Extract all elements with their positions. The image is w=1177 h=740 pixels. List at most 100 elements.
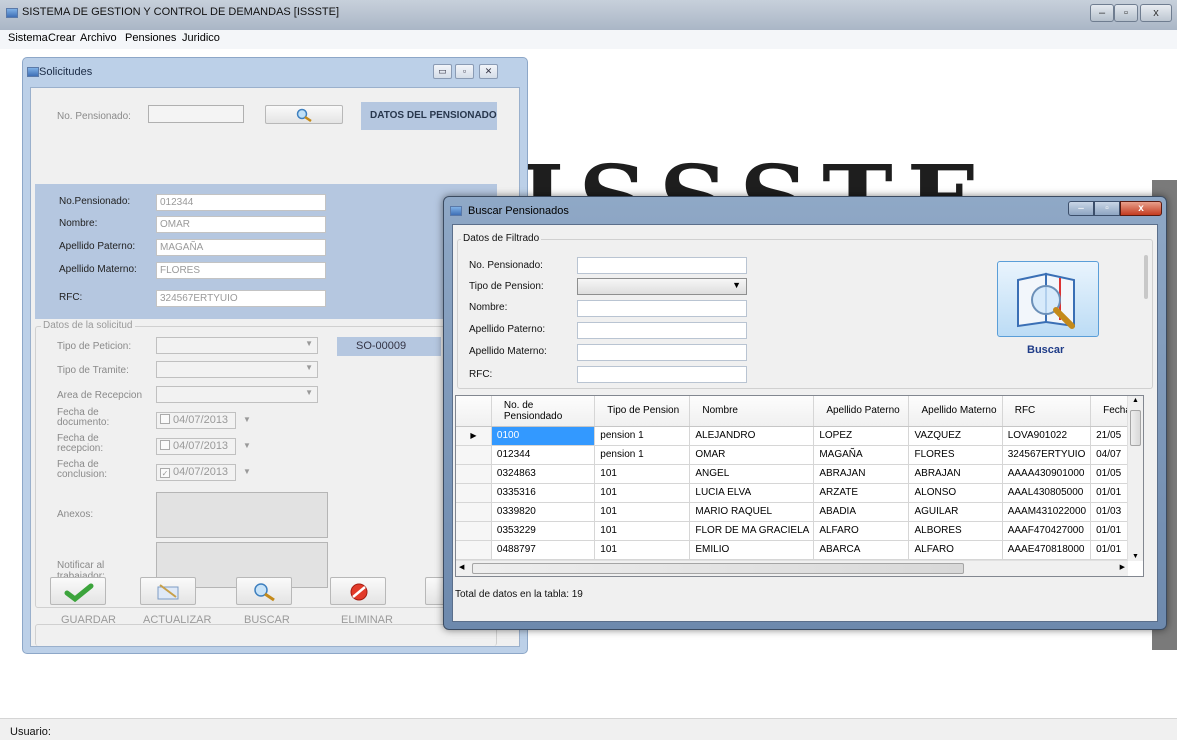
table-cell[interactable]: FLOR DE MA GRACIELA bbox=[689, 521, 815, 541]
checkbox[interactable] bbox=[160, 414, 170, 424]
tipo-pension-select[interactable]: ▼ bbox=[577, 278, 747, 295]
buscar-search-button[interactable] bbox=[997, 261, 1099, 337]
table-cell[interactable]: LOVA901022 bbox=[1002, 426, 1092, 446]
table-cell[interactable]: ABRAJAN bbox=[908, 464, 1003, 484]
table-cell[interactable]: VAZQUEZ bbox=[908, 426, 1003, 446]
table-cell[interactable]: 101 bbox=[594, 464, 691, 484]
table-cell[interactable]: AGUILAR bbox=[908, 502, 1003, 522]
table-cell[interactable]: ABADIA bbox=[813, 502, 910, 522]
table-cell[interactable]: AAAM431022000 bbox=[1002, 502, 1092, 522]
table-cell[interactable]: 324567ERTYUIO bbox=[1002, 445, 1092, 465]
buscar-button[interactable] bbox=[236, 577, 292, 605]
table-cell[interactable]: ANGEL bbox=[689, 464, 815, 484]
column-header[interactable]: Apellido Paterno bbox=[813, 396, 910, 427]
apellido-materno-input[interactable] bbox=[577, 344, 747, 361]
tipo-peticion-select[interactable]: ▼ bbox=[156, 337, 318, 354]
area-recepcion-select[interactable]: ▼ bbox=[156, 386, 318, 403]
column-header[interactable]: No. de Pensiondado bbox=[491, 396, 596, 427]
column-header[interactable]: Nombre bbox=[689, 396, 815, 427]
minimize-button[interactable]: – bbox=[1068, 201, 1094, 216]
table-cell[interactable]: 0335316 bbox=[491, 483, 596, 503]
table-row[interactable]: 012344 pension 1 OMAR MAGAÑA FLORES 3245… bbox=[456, 445, 1143, 465]
nombre-input[interactable] bbox=[577, 300, 747, 317]
apellido-materno-value[interactable]: FLORES bbox=[156, 262, 326, 279]
maximize-button[interactable]: ▫ bbox=[1114, 4, 1138, 22]
table-cell[interactable]: ALEJANDRO bbox=[689, 426, 815, 446]
table-cell[interactable]: FLORES bbox=[908, 445, 1003, 465]
no-pensionado-input[interactable] bbox=[577, 257, 747, 274]
table-cell[interactable]: 0353229 bbox=[491, 521, 596, 541]
table-cell[interactable]: OMAR bbox=[689, 445, 815, 465]
table-cell[interactable]: AAAL430805000 bbox=[1002, 483, 1092, 503]
table-cell[interactable]: 101 bbox=[594, 483, 691, 503]
column-header[interactable]: Apellido Materno bbox=[908, 396, 1003, 427]
search-pensionado-button[interactable] bbox=[265, 105, 343, 124]
menu-pensiones[interactable]: Pensiones bbox=[125, 32, 176, 44]
close-button[interactable]: x bbox=[1140, 4, 1172, 22]
table-row[interactable]: ▶ 0100 pension 1 ALEJANDRO LOPEZ VAZQUEZ… bbox=[456, 426, 1143, 446]
restore-button[interactable]: ▫ bbox=[455, 64, 474, 79]
table-cell[interactable]: 101 bbox=[594, 540, 691, 560]
table-cell[interactable]: LOPEZ bbox=[813, 426, 910, 446]
pensionados-grid[interactable]: No. de Pensiondado Tipo de Pension Nombr… bbox=[455, 395, 1144, 577]
minimize-button[interactable]: ▭ bbox=[433, 64, 452, 79]
table-cell[interactable]: ARZATE bbox=[813, 483, 910, 503]
menu-crear[interactable]: Crear bbox=[48, 32, 76, 44]
table-cell[interactable]: 0488797 bbox=[491, 540, 596, 560]
fecha-documento-picker[interactable]: 04/07/2013 ▼ bbox=[156, 412, 251, 429]
table-row[interactable]: 0335316 101 LUCIA ELVA ARZATE ALONSO AAA… bbox=[456, 483, 1143, 503]
column-header[interactable]: Tipo de Pension bbox=[594, 396, 691, 427]
table-cell[interactable]: 0100 bbox=[491, 426, 596, 446]
table-cell[interactable]: ALFARO bbox=[813, 521, 910, 541]
eliminar-button[interactable] bbox=[330, 577, 386, 605]
guardar-button[interactable] bbox=[50, 577, 106, 605]
actualizar-button[interactable] bbox=[140, 577, 196, 605]
checkbox[interactable] bbox=[160, 440, 170, 450]
rfc-value[interactable]: 324567ERTYUIO bbox=[156, 290, 326, 307]
table-cell[interactable]: 0324863 bbox=[491, 464, 596, 484]
table-row[interactable]: 0324863 101 ANGEL ABRAJAN ABRAJAN AAAA43… bbox=[456, 464, 1143, 484]
vertical-scroll-thumb[interactable] bbox=[1130, 410, 1141, 446]
menu-sistema[interactable]: Sistema bbox=[8, 32, 48, 44]
table-cell[interactable]: pension 1 bbox=[594, 445, 691, 465]
column-header[interactable]: RFC bbox=[1002, 396, 1092, 427]
table-row[interactable]: 0339820 101 MARIO RAQUEL ABADIA AGUILAR … bbox=[456, 502, 1143, 522]
horizontal-scroll-thumb[interactable] bbox=[472, 563, 964, 574]
vertical-scrollbar[interactable]: ▲ ▼ bbox=[1127, 396, 1143, 561]
rfc-input[interactable] bbox=[577, 366, 747, 383]
table-cell[interactable]: AAAE470818000 bbox=[1002, 540, 1092, 560]
table-cell[interactable]: MAGAÑA bbox=[813, 445, 910, 465]
table-cell[interactable]: ABRAJAN bbox=[813, 464, 910, 484]
table-cell[interactable]: AAAA430901000 bbox=[1002, 464, 1092, 484]
horizontal-scrollbar[interactable]: ◀ ▶ bbox=[456, 560, 1128, 576]
menu-juridico[interactable]: Juridico bbox=[182, 32, 220, 44]
table-cell[interactable]: AAAF470427000 bbox=[1002, 521, 1092, 541]
table-cell[interactable]: EMILIO bbox=[689, 540, 815, 560]
anexos-textarea[interactable] bbox=[156, 492, 328, 538]
fecha-recepcion-picker[interactable]: 04/07/2013 ▼ bbox=[156, 438, 251, 455]
apellido-paterno-value[interactable]: MAGAÑA bbox=[156, 239, 326, 256]
maximize-button[interactable]: ▫ bbox=[1094, 201, 1120, 216]
table-cell[interactable]: LUCIA ELVA bbox=[689, 483, 815, 503]
table-cell[interactable]: 012344 bbox=[491, 445, 596, 465]
close-button[interactable]: x bbox=[1120, 201, 1162, 216]
table-cell[interactable]: pension 1 bbox=[594, 426, 691, 446]
fecha-conclusion-picker[interactable]: ✓ 04/07/2013 ▼ bbox=[156, 464, 251, 481]
filter-scrollbar[interactable] bbox=[1144, 255, 1148, 299]
nombre-value[interactable]: OMAR bbox=[156, 216, 326, 233]
table-cell[interactable]: 0339820 bbox=[491, 502, 596, 522]
table-cell[interactable]: ALONSO bbox=[908, 483, 1003, 503]
table-cell[interactable]: 101 bbox=[594, 502, 691, 522]
tipo-tramite-select[interactable]: ▼ bbox=[156, 361, 318, 378]
no-pensionado-value[interactable]: 012344 bbox=[156, 194, 326, 211]
no-pensionado-input[interactable] bbox=[148, 105, 244, 123]
table-cell[interactable]: ALFARO bbox=[908, 540, 1003, 560]
table-cell[interactable]: ALBORES bbox=[908, 521, 1003, 541]
checkbox-checked[interactable]: ✓ bbox=[160, 468, 170, 478]
menu-archivo[interactable]: Archivo bbox=[80, 32, 117, 44]
table-row[interactable]: 0353229 101 FLOR DE MA GRACIELA ALFARO A… bbox=[456, 521, 1143, 541]
minimize-button[interactable]: – bbox=[1090, 4, 1114, 22]
table-cell[interactable]: MARIO RAQUEL bbox=[689, 502, 815, 522]
table-row[interactable]: 0488797 101 EMILIO ABARCA ALFARO AAAE470… bbox=[456, 540, 1143, 560]
table-cell[interactable]: 101 bbox=[594, 521, 691, 541]
